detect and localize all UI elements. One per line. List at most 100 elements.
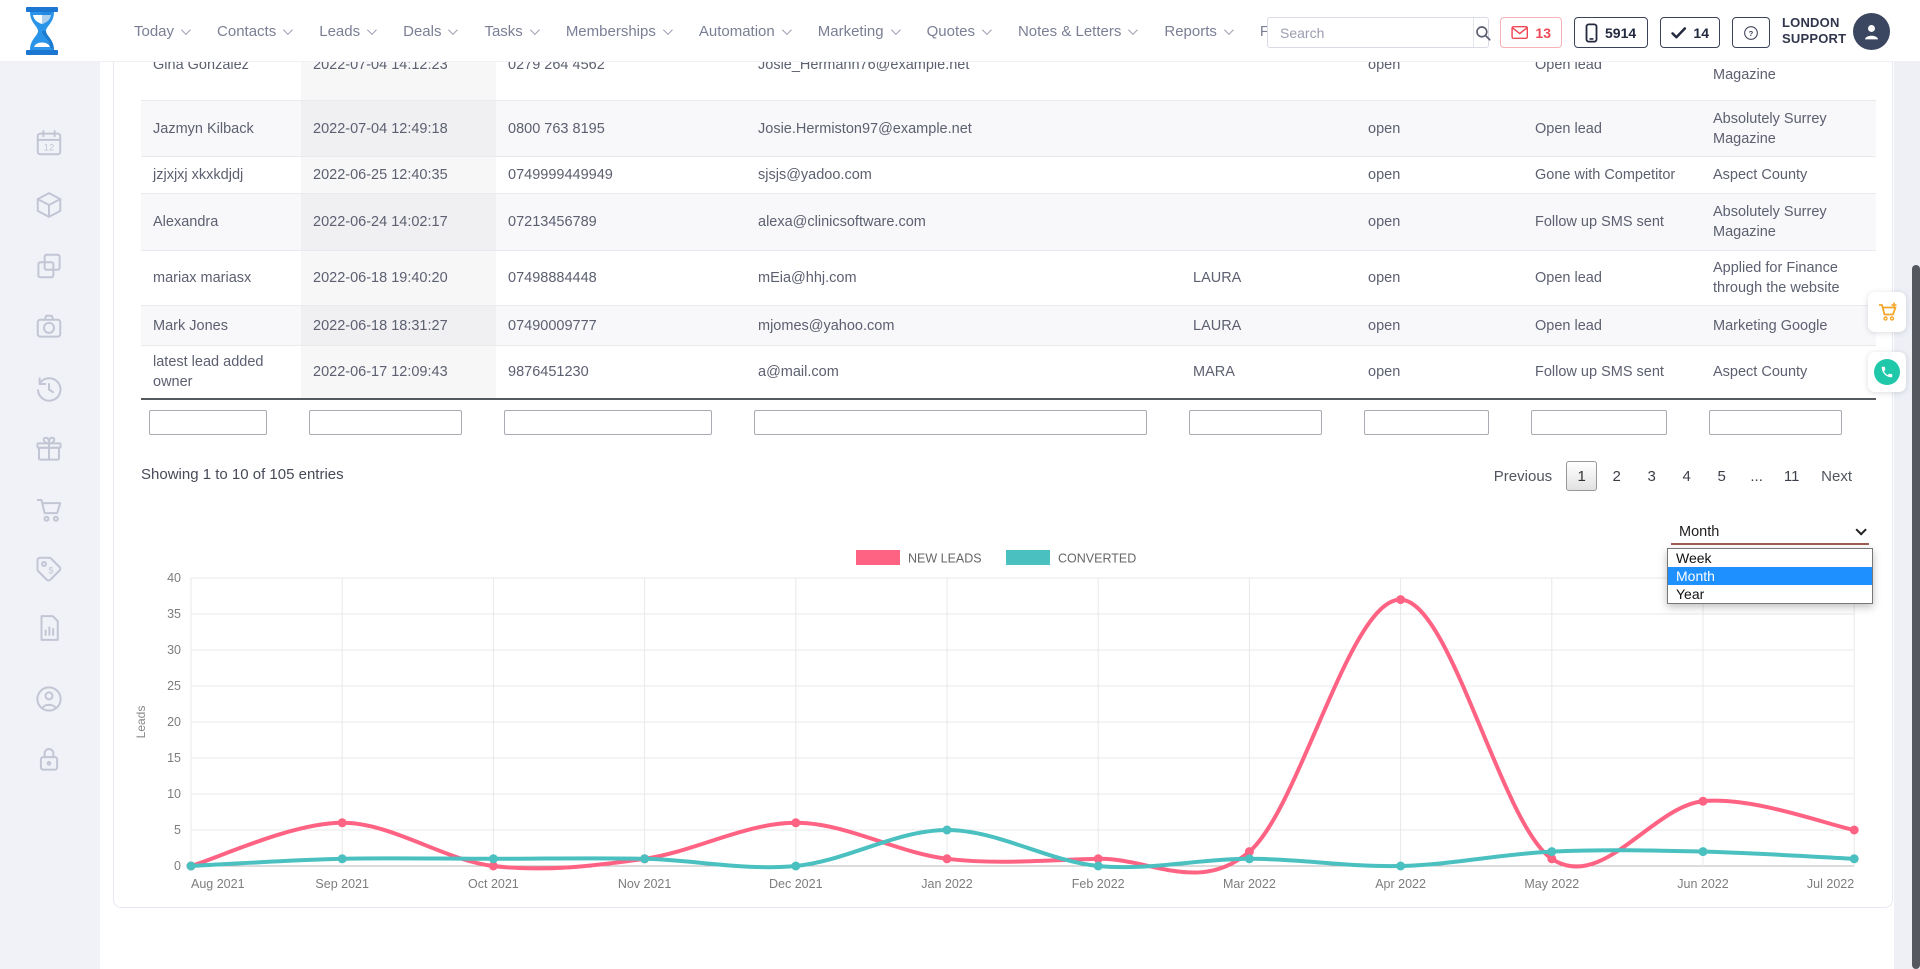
table-row[interactable]: latest lead added owner2022-06-17 12:09:… xyxy=(141,346,1876,400)
search-input[interactable] xyxy=(1268,18,1473,47)
cart-icon[interactable] xyxy=(34,495,64,525)
svg-text:Leads: Leads xyxy=(134,706,148,739)
pagination-page-3[interactable]: 3 xyxy=(1636,461,1667,491)
smartphone-icon xyxy=(1585,23,1598,43)
global-search xyxy=(1267,17,1489,48)
cell-email: mjomes@yahoo.com xyxy=(746,316,1181,336)
svg-text:CONVERTED: CONVERTED xyxy=(1058,552,1136,566)
column-filter-input-name[interactable] xyxy=(149,410,267,435)
column-filter-input-email[interactable] xyxy=(754,410,1147,435)
nav-item-notes-letters[interactable]: Notes & Letters xyxy=(1018,23,1135,40)
left-sidebar: 12 $ xyxy=(0,62,100,969)
report-icon[interactable] xyxy=(34,613,64,643)
nav-item-marketing[interactable]: Marketing xyxy=(818,23,898,40)
cell-email: Josie.Hermiston97@example.net xyxy=(746,119,1181,139)
cell-source: Absolutely Surrey Magazine xyxy=(1701,202,1876,242)
cell-email: alexa@clinicsoftware.com xyxy=(746,212,1181,232)
pagination-page-11[interactable]: 11 xyxy=(1776,461,1807,491)
tasks-done-badge[interactable]: 14 xyxy=(1660,17,1720,48)
period-option-year[interactable]: Year xyxy=(1668,585,1872,603)
price-tag-icon[interactable]: $ xyxy=(34,554,64,584)
chevron-down-icon xyxy=(891,25,901,35)
column-filter-input-owner[interactable] xyxy=(1189,410,1322,435)
pagination-previous[interactable]: Previous xyxy=(1484,462,1562,491)
column-filter-input-source[interactable] xyxy=(1709,410,1842,435)
nav-item-automation[interactable]: Automation xyxy=(699,23,789,40)
table-row[interactable]: Alexandra2022-06-24 14:02:1707213456789a… xyxy=(141,194,1876,251)
email-notifications-badge[interactable]: 13 xyxy=(1500,17,1562,48)
nav-item-memberships[interactable]: Memberships xyxy=(566,23,670,40)
column-filter-input-phone[interactable] xyxy=(504,410,712,435)
table-row[interactable]: Gina Gonzalez2022-07-04 14:12:230279 264… xyxy=(141,62,1876,101)
pagination: Previous12345...11Next xyxy=(1484,461,1862,491)
nav-item-label: Memberships xyxy=(566,23,656,40)
svg-text:35: 35 xyxy=(167,607,181,621)
camera-icon[interactable] xyxy=(34,311,64,341)
help-button[interactable]: ? xyxy=(1732,17,1770,48)
leads-table: Gina Gonzalez2022-07-04 14:12:230279 264… xyxy=(141,62,1876,400)
period-dropdown-list: WeekMonthYear xyxy=(1667,548,1873,604)
period-select-value: Month xyxy=(1679,524,1719,540)
nav-item-leads[interactable]: Leads xyxy=(319,23,374,40)
period-option-week[interactable]: Week xyxy=(1668,549,1872,567)
nav-item-label: Contacts xyxy=(217,23,276,40)
pagination-page-1[interactable]: 1 xyxy=(1566,461,1597,491)
nav-item-today[interactable]: Today xyxy=(134,23,188,40)
nav-item-tasks[interactable]: Tasks xyxy=(484,23,536,40)
cell-email: a@mail.com xyxy=(746,362,1181,382)
chevron-down-icon xyxy=(663,25,673,35)
gift-icon[interactable] xyxy=(34,434,64,464)
table-row[interactable]: jzjxjxj xkxkdjdj2022-06-25 12:40:3507499… xyxy=(141,157,1876,194)
account-icon[interactable] xyxy=(34,684,64,714)
search-icon xyxy=(1474,24,1492,42)
svg-text:?: ? xyxy=(1749,28,1754,37)
period-option-month[interactable]: Month xyxy=(1668,567,1872,585)
cell-name: Alexandra xyxy=(141,212,301,232)
column-filter-input-status[interactable] xyxy=(1364,410,1489,435)
svg-text:5: 5 xyxy=(174,823,181,837)
chevron-down-icon xyxy=(1855,524,1866,535)
search-button[interactable] xyxy=(1473,18,1492,47)
app-logo-icon[interactable] xyxy=(24,7,60,55)
pagination-page-2[interactable]: 2 xyxy=(1601,461,1632,491)
cell-name: jzjxjxj xkxkdjdj xyxy=(141,165,301,185)
cell-name: Jazmyn Kilback xyxy=(141,119,301,139)
cell-lead-status: Gone with Competitor xyxy=(1523,165,1701,185)
cube-icon[interactable] xyxy=(34,190,64,220)
chevron-down-icon xyxy=(1224,25,1234,35)
page-scrollbar-thumb[interactable] xyxy=(1912,265,1920,969)
pagination-page-4[interactable]: 4 xyxy=(1671,461,1702,491)
cell-phone: 07490009777 xyxy=(496,316,746,336)
nav-item-deals[interactable]: Deals xyxy=(403,23,455,40)
pagination-ellipsis[interactable]: ... xyxy=(1741,461,1772,491)
pagination-next[interactable]: Next xyxy=(1811,462,1862,491)
table-row[interactable]: mariax mariasx2022-06-18 19:40:200749888… xyxy=(141,251,1876,306)
svg-text:Jul 2022: Jul 2022 xyxy=(1807,877,1854,891)
table-row[interactable]: Jazmyn Kilback2022-07-04 12:49:180800 76… xyxy=(141,101,1876,157)
copy-icon[interactable] xyxy=(34,251,64,281)
column-filter-input-created[interactable] xyxy=(309,410,462,435)
cell-name: Mark Jones xyxy=(141,316,301,336)
nav-item-reports[interactable]: Reports xyxy=(1164,23,1231,40)
svg-text:Mar 2022: Mar 2022 xyxy=(1223,877,1276,891)
column-filter-input-lead-status[interactable] xyxy=(1531,410,1667,435)
cell-phone: 0749999449949 xyxy=(496,165,746,185)
call-floating-button[interactable] xyxy=(1868,352,1906,392)
lock-icon[interactable] xyxy=(34,744,64,774)
envelope-icon xyxy=(1511,25,1528,40)
nav-item-quotes[interactable]: Quotes xyxy=(927,23,989,40)
pagination-page-5[interactable]: 5 xyxy=(1706,461,1737,491)
table-row[interactable]: Mark Jones2022-06-18 18:31:2707490009777… xyxy=(141,306,1876,346)
nav-item-label: Quotes xyxy=(927,23,975,40)
sms-notifications-badge[interactable]: 5914 xyxy=(1574,17,1648,48)
history-icon[interactable] xyxy=(34,374,64,404)
nav-item-contacts[interactable]: Contacts xyxy=(217,23,290,40)
cell-name: mariax mariasx xyxy=(141,268,301,288)
cart-icon xyxy=(1875,300,1899,324)
cell-source: Absolutely Surrey Magazine xyxy=(1701,109,1876,149)
calendar-icon[interactable]: 12 xyxy=(34,128,64,158)
cell-phone: 0800 763 8195 xyxy=(496,119,746,139)
cart-floating-button[interactable] xyxy=(1868,292,1906,332)
cell-owner: LAURA xyxy=(1181,316,1356,336)
user-avatar[interactable] xyxy=(1853,13,1890,50)
